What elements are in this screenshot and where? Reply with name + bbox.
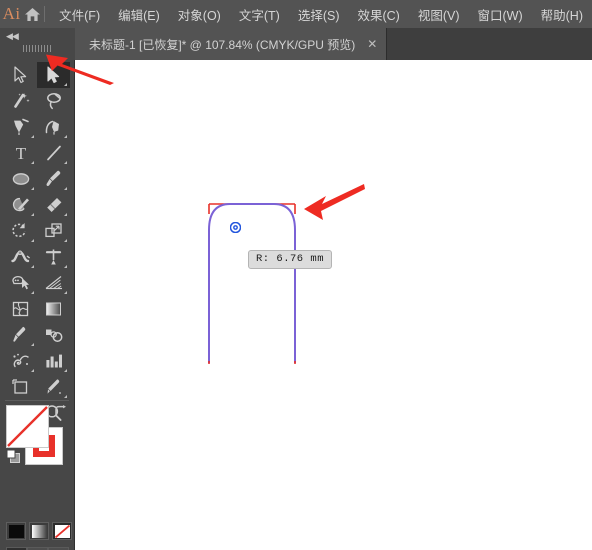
flyout-indicator-icon [64, 291, 67, 294]
menu-effect[interactable]: 效果(C) [348, 0, 408, 28]
eraser-tool[interactable] [37, 192, 70, 218]
illustrator-window: Ai 文件(F) 编辑(E) 对象(O) 文字(T) 选择(S) 效果(C) 视… [0, 0, 592, 550]
menu-type[interactable]: 文字(T) [230, 0, 289, 28]
slice-tool[interactable] [37, 374, 70, 400]
flyout-indicator-icon [31, 239, 34, 242]
flyout-indicator-icon [31, 265, 34, 268]
pen-tool[interactable] [4, 114, 37, 140]
fill-stroke-control [6, 405, 70, 467]
collapse-panel-icon[interactable]: ◀◀ [6, 32, 19, 41]
flyout-indicator-icon [64, 187, 67, 190]
flyout-indicator-icon [31, 187, 34, 190]
tool-grid: T [4, 62, 70, 426]
menu-help[interactable]: 帮助(H) [532, 0, 592, 28]
flyout-indicator-icon [64, 369, 67, 372]
home-icon[interactable] [23, 0, 41, 28]
artboard-canvas[interactable]: R: 6.76 mm [75, 60, 592, 550]
menu-object[interactable]: 对象(O) [169, 0, 230, 28]
eyedropper-tool[interactable] [4, 322, 37, 348]
flyout-indicator-icon [31, 135, 34, 138]
artboard-tool[interactable] [4, 374, 37, 400]
flyout-indicator-icon [31, 161, 34, 164]
menu-view[interactable]: 视图(V) [409, 0, 469, 28]
flyout-indicator-icon [31, 291, 34, 294]
flyout-indicator-icon [31, 369, 34, 372]
document-tab-bar: ◀◀ 未标题-1 [已恢复]* @ 107.84% (CMYK/GPU 预览) … [0, 28, 592, 60]
selection-tool[interactable] [4, 62, 37, 88]
flyout-indicator-icon [64, 213, 67, 216]
live-corner-widget[interactable] [229, 220, 242, 234]
paintbrush-tool[interactable] [37, 166, 70, 192]
free-transform-tool[interactable] [37, 244, 70, 270]
document-tab[interactable]: 未标题-1 [已恢复]* @ 107.84% (CMYK/GPU 预览) ✕ [75, 28, 388, 60]
color-mode-group [6, 522, 72, 540]
column-graph-tool[interactable] [37, 348, 70, 374]
shape-builder-tool[interactable] [4, 270, 37, 296]
default-fill-stroke-icon[interactable] [6, 449, 22, 470]
flyout-indicator-icon [64, 395, 67, 398]
none-button[interactable] [52, 522, 72, 540]
tools-panel: T [0, 60, 75, 550]
rotate-tool[interactable] [4, 218, 37, 244]
menu-window[interactable]: 窗口(W) [469, 0, 532, 28]
menu-item-list: 文件(F) 编辑(E) 对象(O) 文字(T) 选择(S) 效果(C) 视图(V… [50, 0, 592, 28]
direct-selection-tool[interactable] [37, 62, 70, 88]
flyout-indicator-icon [64, 239, 67, 242]
document-tab-title: 未标题-1 [已恢复]* @ 107.84% (CMYK/GPU 预览) [89, 37, 356, 52]
magic-wand-tool[interactable] [4, 88, 37, 114]
flyout-indicator-icon [31, 343, 34, 346]
menu-select[interactable]: 选择(S) [289, 0, 349, 28]
gradient-tool[interactable] [37, 296, 70, 322]
curvature-tool[interactable] [37, 114, 70, 140]
toolpanel-divider [5, 400, 69, 401]
svg-text:T: T [15, 144, 26, 162]
menubar-divider [43, 6, 45, 22]
fill-swatch[interactable] [6, 405, 49, 448]
flyout-indicator-icon [31, 213, 34, 216]
mesh-tool[interactable] [4, 296, 37, 322]
ellipse-tool[interactable] [4, 166, 37, 192]
gradient-button[interactable] [29, 522, 49, 540]
none-diagonal-icon [7, 406, 48, 447]
swap-fill-stroke-icon[interactable] [53, 405, 67, 421]
toolpanel-drag-handle[interactable] [23, 45, 53, 52]
app-logo: Ai [2, 4, 21, 23]
flyout-indicator-icon [64, 83, 67, 86]
menu-file[interactable]: 文件(F) [50, 0, 109, 28]
lasso-tool[interactable] [37, 88, 70, 114]
blend-tool[interactable] [37, 322, 70, 348]
flyout-indicator-icon [64, 161, 67, 164]
close-icon[interactable]: ✕ [367, 38, 377, 50]
flyout-indicator-icon [64, 265, 67, 268]
scale-tool[interactable] [37, 218, 70, 244]
line-segment-tool[interactable] [37, 140, 70, 166]
toolpanel-header: ◀◀ [0, 28, 75, 60]
color-button[interactable] [6, 522, 26, 540]
flyout-indicator-icon [64, 135, 67, 138]
width-tool[interactable] [4, 244, 37, 270]
symbol-sprayer-tool[interactable] [4, 348, 37, 374]
shaper-tool[interactable] [4, 192, 37, 218]
corner-radius-tooltip: R: 6.76 mm [248, 250, 333, 269]
perspective-grid-tool[interactable] [37, 270, 70, 296]
rounded-rectangle-path[interactable] [205, 198, 325, 373]
menu-bar: Ai 文件(F) 编辑(E) 对象(O) 文字(T) 选择(S) 效果(C) 视… [0, 0, 592, 28]
type-tool[interactable]: T [4, 140, 37, 166]
menu-edit[interactable]: 编辑(E) [109, 0, 169, 28]
